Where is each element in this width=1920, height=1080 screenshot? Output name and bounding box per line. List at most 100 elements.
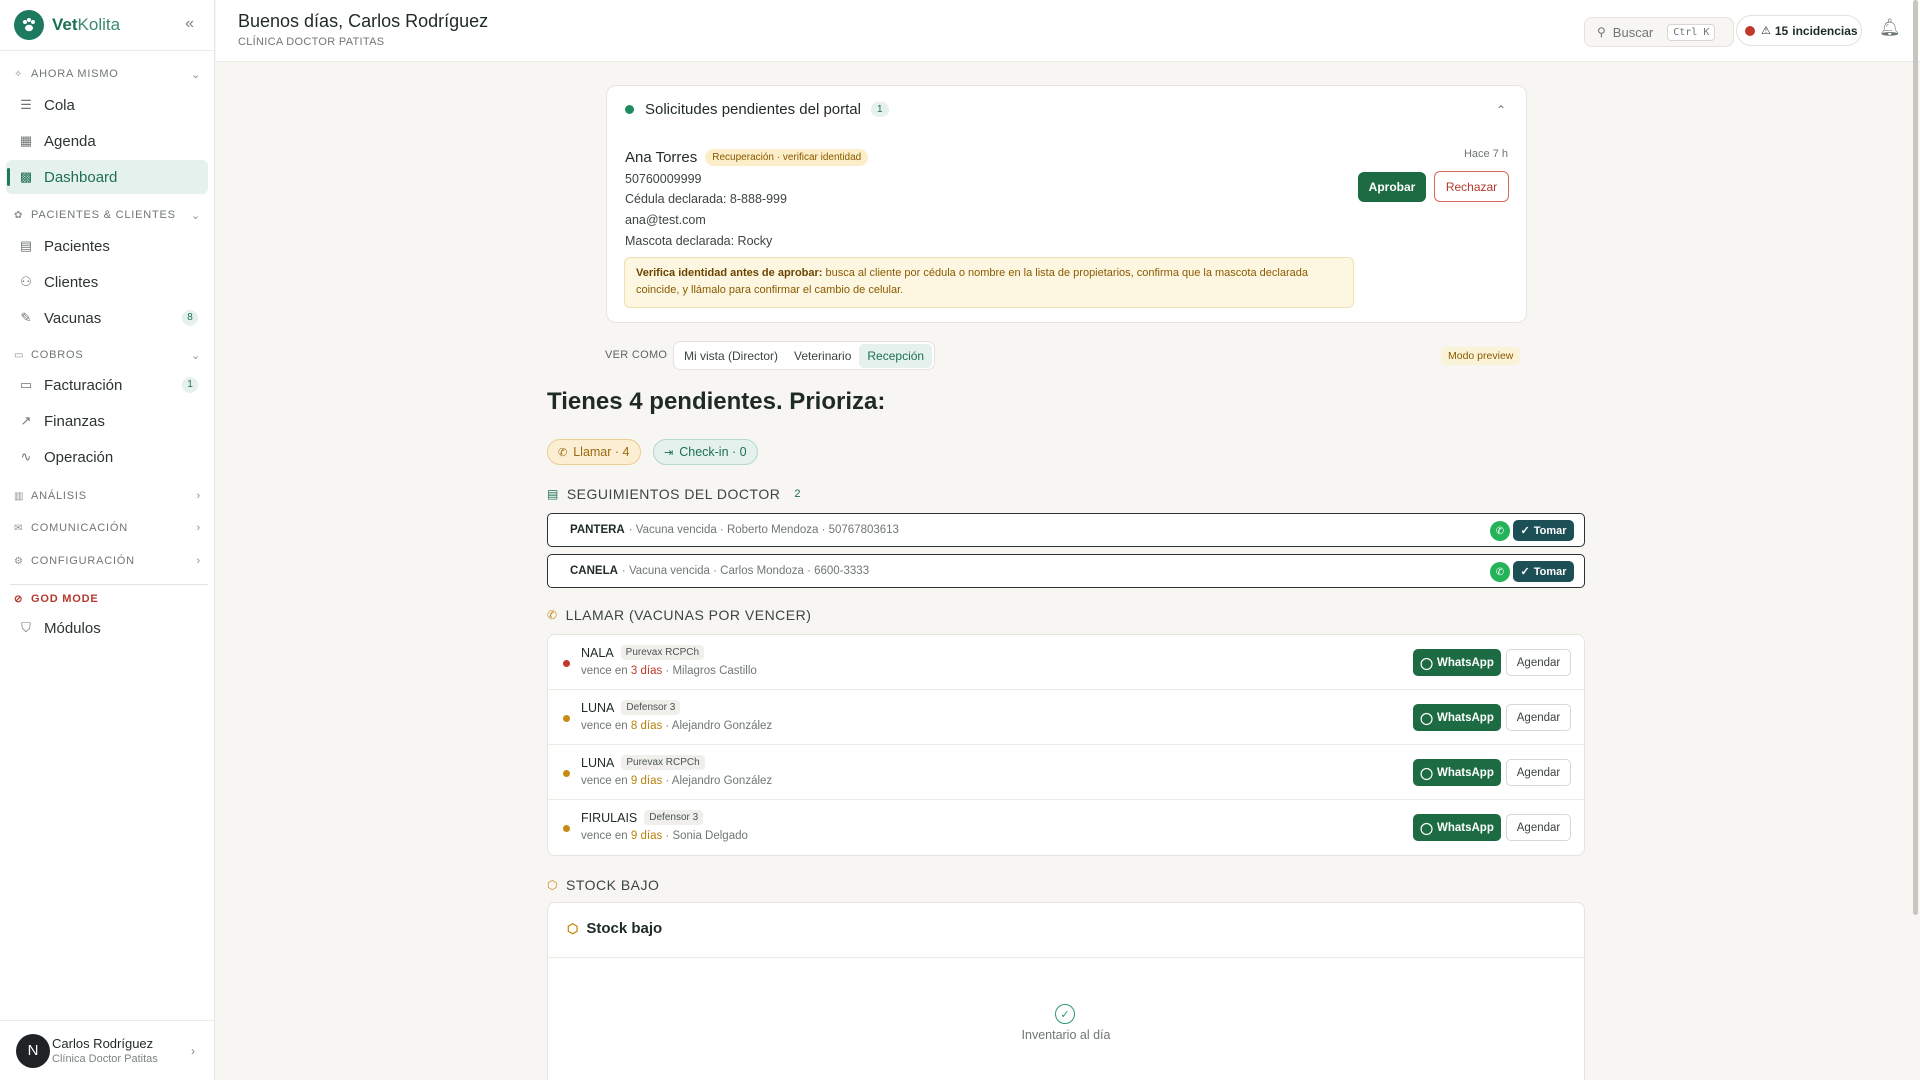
group-comunicacion[interactable]: ✉ COMUNICACIÓN › bbox=[0, 518, 215, 538]
take-label: Tomar bbox=[1533, 565, 1567, 578]
chat-icon: ◯ bbox=[1420, 822, 1433, 835]
preview-badge: Modo preview bbox=[1441, 347, 1521, 365]
whatsapp-button[interactable]: ◯ WhatsApp bbox=[1413, 704, 1501, 731]
activity-icon: ∿ bbox=[20, 449, 32, 464]
due-prefix: vence en bbox=[581, 665, 628, 677]
sidebar-item-operacion[interactable]: ∿ Operación bbox=[6, 440, 208, 474]
followup-row[interactable]: CANELA · Vacuna vencida · Carlos Mondoza… bbox=[547, 554, 1585, 588]
request-time: Hace 7 h bbox=[1463, 148, 1508, 160]
whatsapp-icon[interactable]: ✆ bbox=[1490, 521, 1510, 541]
whatsapp-button[interactable]: ◯ WhatsApp bbox=[1413, 649, 1501, 676]
pet-name: CANELA bbox=[570, 565, 618, 577]
scrollbar[interactable] bbox=[1913, 0, 1918, 915]
alert-circle-icon: ⊘ bbox=[14, 593, 24, 605]
count-badge: 8 bbox=[182, 310, 198, 326]
chevron-up-icon[interactable]: ⌃ bbox=[1496, 103, 1506, 117]
stock-card: ⬡ Stock bajo ✓ Inventario al día bbox=[547, 902, 1585, 1080]
brand-name: VetKolita bbox=[52, 15, 121, 34]
whatsapp-button[interactable]: ◯ WhatsApp bbox=[1413, 759, 1501, 786]
urgency-dot bbox=[563, 825, 570, 832]
incidents-button[interactable]: ⚠ 15 incidencias bbox=[1736, 15, 1862, 46]
collapse-sidebar-icon[interactable]: « bbox=[185, 15, 194, 33]
whatsapp-label: WhatsApp bbox=[1437, 656, 1494, 669]
due-days: 8 días bbox=[630, 720, 663, 732]
due-days: 9 días bbox=[630, 775, 663, 787]
chevron-right-icon: › bbox=[196, 490, 201, 502]
phone-icon: ✆ bbox=[558, 446, 568, 459]
sidebar-item-pacientes[interactable]: ▤ Pacientes bbox=[6, 229, 208, 263]
take-button[interactable]: ✓ Tomar bbox=[1513, 561, 1574, 582]
group-configuracion[interactable]: ⚙ CONFIGURACIÓN › bbox=[0, 551, 215, 571]
pill-label: Check-in · 0 bbox=[679, 445, 747, 459]
sidebar-item-label: Clientes bbox=[44, 273, 99, 291]
brand[interactable]: VetKolita « bbox=[0, 0, 214, 51]
chart-icon: ▥ bbox=[14, 490, 25, 502]
pet-name: LUNA bbox=[581, 700, 615, 715]
document-icon: ▤ bbox=[547, 487, 559, 501]
list-icon: ☰ bbox=[20, 97, 32, 112]
check-icon: ✓ bbox=[1520, 525, 1530, 537]
bell-icon[interactable]: 🔔︎ bbox=[1879, 18, 1901, 38]
approve-button[interactable]: Aprobar bbox=[1358, 172, 1426, 202]
followup-row[interactable]: PANTERA · Vacuna vencida · Roberto Mendo… bbox=[547, 513, 1585, 547]
vaccine-tag: Purevax RCPCh bbox=[621, 755, 705, 770]
owner-name: · Milagros Castillo bbox=[665, 665, 757, 677]
sidebar-item-label: Agenda bbox=[44, 132, 96, 150]
sidebar-item-dashboard[interactable]: ▩ Dashboard bbox=[6, 160, 208, 194]
schedule-button[interactable]: Agendar bbox=[1506, 649, 1571, 676]
wallet-icon: ▭ bbox=[14, 349, 25, 361]
portal-header[interactable]: Solicitudes pendientes del portal 1 bbox=[625, 101, 889, 118]
calendar-icon: ▦ bbox=[19, 133, 33, 148]
whatsapp-button[interactable]: ◯ WhatsApp bbox=[1413, 814, 1501, 841]
due-days: 9 días bbox=[630, 830, 663, 842]
group-cobros[interactable]: ▭ COBROS ⌄ bbox=[0, 345, 215, 365]
phone-icon: ✆ bbox=[547, 608, 558, 622]
search-input[interactable]: ⚲ Buscar Ctrl K bbox=[1584, 17, 1734, 47]
user-clinic: Clínica Doctor Patitas bbox=[52, 1053, 158, 1065]
sidebar-item-modulos[interactable]: ⛉ Módulos bbox=[6, 611, 208, 645]
schedule-button[interactable]: Agendar bbox=[1506, 704, 1571, 731]
group-god-mode: ⊘ GOD MODE bbox=[0, 589, 215, 609]
chat-icon: ◯ bbox=[1420, 657, 1433, 670]
list-item: LUNA Purevax RCPCh vence en 9 días · Alej… bbox=[548, 745, 1584, 800]
sidebar-item-finanzas[interactable]: ↗ Finanzas bbox=[6, 404, 208, 438]
vaccine-tag: Defensor 3 bbox=[621, 700, 681, 715]
count-badge: 1 bbox=[182, 377, 198, 393]
chevron-down-icon: ⌄ bbox=[190, 209, 201, 222]
take-button[interactable]: ✓ Tomar bbox=[1513, 520, 1574, 541]
whatsapp-icon[interactable]: ✆ bbox=[1490, 562, 1510, 582]
group-ahora-mismo[interactable]: ✧ AHORA MISMO ⌄ bbox=[0, 64, 215, 84]
view-option-recepcion[interactable]: Recepción bbox=[859, 343, 933, 368]
group-pacientes-clientes[interactable]: ✿ PACIENTES & CLIENTES ⌄ bbox=[0, 205, 215, 225]
schedule-button[interactable]: Agendar bbox=[1506, 759, 1571, 786]
due-days: 3 días bbox=[630, 665, 663, 677]
incidents-label: incidencias bbox=[1792, 23, 1858, 38]
urgency-dot bbox=[563, 770, 570, 777]
sidebar-item-vacunas[interactable]: ✎ Vacunas 8 bbox=[6, 301, 208, 335]
reject-button[interactable]: Rechazar bbox=[1434, 171, 1509, 202]
gear-icon: ⚙ bbox=[14, 555, 24, 567]
group-label: COBROS bbox=[31, 349, 84, 361]
sidebar-item-label: Finanzas bbox=[44, 412, 105, 430]
sidebar-item-cola[interactable]: ☰ Cola bbox=[6, 88, 208, 122]
stock-card-title: ⬡ Stock bajo bbox=[567, 920, 662, 937]
schedule-button[interactable]: Agendar bbox=[1506, 814, 1571, 841]
filter-checkin-pill[interactable]: ⇥ Check-in · 0 bbox=[653, 439, 758, 465]
box-icon: ⬡ bbox=[547, 878, 558, 892]
owner-name: · Alejandro González bbox=[665, 775, 773, 787]
sidebar-item-facturacion[interactable]: ▭ Facturación 1 bbox=[6, 368, 208, 402]
user-profile[interactable]: N Carlos Rodríguez Clínica Doctor Patita… bbox=[0, 1020, 215, 1080]
view-as-label: VER COMO bbox=[605, 349, 668, 361]
sidebar-item-agenda[interactable]: ▦ Agenda bbox=[6, 124, 208, 158]
group-analisis[interactable]: ▥ ANÁLISIS › bbox=[0, 486, 215, 506]
view-option-director[interactable]: Mi vista (Director) bbox=[676, 344, 786, 368]
sidebar-item-clientes[interactable]: ⚇ Clientes bbox=[6, 265, 208, 299]
file-icon: ▤ bbox=[19, 238, 33, 253]
section-title: SEGUIMIENTOS DEL DOCTOR bbox=[566, 486, 781, 502]
credit-card-icon: ▭ bbox=[19, 377, 33, 392]
view-option-veterinario[interactable]: Veterinario bbox=[786, 344, 859, 368]
divider bbox=[548, 957, 1584, 958]
sidebar-item-label: Dashboard bbox=[44, 168, 118, 186]
filter-call-pill[interactable]: ✆ Llamar · 4 bbox=[547, 439, 641, 465]
card-title-label: Stock bajo bbox=[586, 920, 663, 937]
